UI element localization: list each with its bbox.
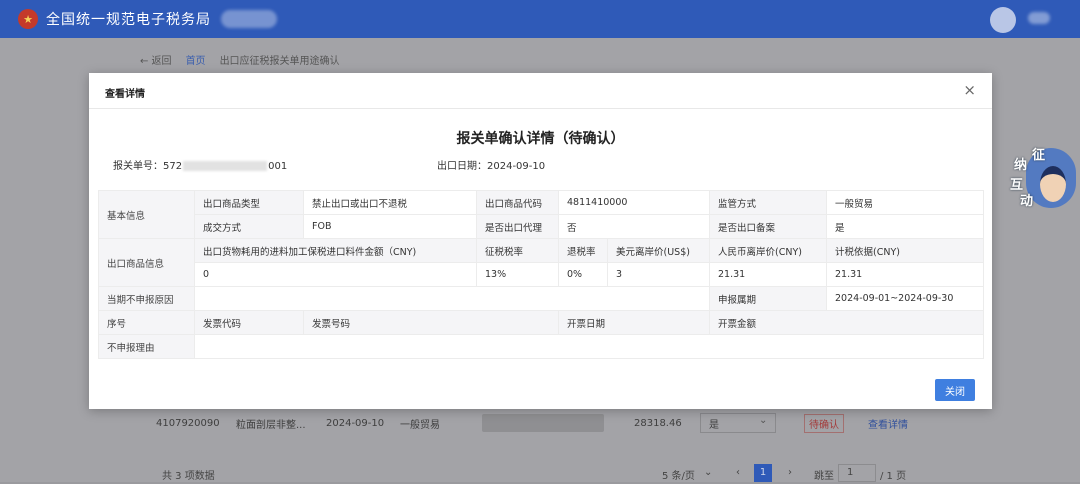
close-icon[interactable]: × (963, 81, 976, 99)
usd-fob-value: 3 (606, 262, 711, 287)
breadcrumb-home[interactable]: 首页 (186, 52, 206, 67)
top-header: ★ 全国统一规范电子税务局 (0, 0, 1080, 38)
export-date-label: 出口日期： (437, 161, 487, 172)
pagination: 共 3 项数据 5 条/页 ⌄ ‹ 1 › 跳至 1 / 1 页 (148, 464, 928, 484)
row-detail-link[interactable]: 查看详情 (868, 416, 908, 431)
table-row: 0 13% 0% 3 21.31 21.31 (99, 262, 985, 287)
next-page-icon[interactable]: › (788, 467, 792, 478)
supervision-value: 一般贸易 (826, 190, 985, 215)
detail-table: 基本信息 出口商品类型 禁止出口或出口不退税 出口商品代码 4811410000… (98, 190, 985, 359)
filed-value: 是 (826, 214, 985, 239)
back-link[interactable]: ← 返回 (140, 52, 172, 67)
goods-type-label: 出口商品类型 (194, 190, 304, 215)
declaration-prefix: 572 (163, 161, 183, 172)
row-code: 4107920090 (156, 417, 220, 429)
tax-emblem-icon: ★ (18, 9, 38, 29)
no-report-reason-value (193, 286, 711, 311)
breadcrumb-current: 出口应征税报关单用途确认 (219, 56, 340, 67)
modal-header: 查看详情 × (89, 73, 992, 109)
row-select[interactable]: 是 ⌄ (700, 413, 776, 433)
agent-label: 是否出口代理 (476, 214, 559, 239)
row-date: 2024-09-10 (326, 417, 385, 429)
tax-basis-value: 21.31 (826, 262, 985, 287)
chevron-down-icon: ⌄ (759, 415, 768, 426)
total-pages: / 1 页 (880, 471, 907, 482)
page-number-current[interactable]: 1 (754, 464, 772, 482)
table-row: 4107920090 粒面剖层非整... 2024-09-10 一般贸易 283… (148, 412, 918, 434)
pager-size[interactable]: 5 条/页 (662, 467, 695, 482)
row-trade: 一般贸易 (400, 419, 440, 431)
cny-fob-label: 人民币离岸价(CNY) (709, 238, 828, 263)
levy-rate-value: 13% (476, 262, 559, 287)
chevron-down-icon: ⌄ (704, 467, 713, 478)
row-name: 粒面剖层非整... (236, 419, 306, 431)
invoice-date-label: 开票日期 (557, 310, 711, 335)
goods-info-label: 出口商品信息 (98, 238, 195, 287)
declaration-number: 报关单号：572 001 (113, 157, 287, 172)
detail-modal: 查看详情 × 报关单确认详情（待确认） 报关单号：572 001 出口日期：202… (89, 73, 992, 409)
badge-char-4: 动 (1020, 194, 1034, 209)
no-report-item-label: 不申报理由 (98, 334, 195, 359)
breadcrumb: ← 返回 首页 出口应征税报关单用途确认 (140, 52, 340, 67)
invoice-no-label: 发票号码 (303, 310, 559, 335)
seq-label: 序号 (98, 310, 195, 335)
modal-title: 查看详情 (105, 89, 145, 100)
deal-value: FOB (303, 214, 477, 239)
pager-total: 共 3 项数据 (162, 471, 215, 482)
prev-page-icon[interactable]: ‹ (736, 467, 740, 478)
row-input[interactable] (482, 414, 604, 432)
filed-label: 是否出口备案 (709, 214, 828, 239)
user-avatar[interactable] (990, 7, 1016, 33)
no-report-reason-label: 当期不申报原因 (98, 286, 195, 311)
row-confirm-status[interactable]: 待确认 (804, 413, 844, 433)
material-label: 出口货物耗用的进料加工保税进口料件金额（CNY) (194, 238, 477, 263)
badge-char-1: 征 (1032, 148, 1046, 163)
table-row: 不申报理由 (98, 334, 985, 359)
redacted-digits (183, 161, 268, 171)
refund-rate-label: 退税率 (558, 238, 608, 263)
cny-fob-value: 21.31 (709, 262, 828, 287)
supervision-label: 监管方式 (709, 190, 828, 215)
app-title: 全国统一规范电子税务局 (46, 12, 211, 28)
table-row: 基本信息 出口商品类型 禁止出口或出口不退税 出口商品代码 4811410000… (98, 190, 985, 239)
basic-info-label: 基本信息 (98, 190, 195, 239)
declaration-label: 报关单号： (113, 161, 163, 172)
goods-code-value: 4811410000 (557, 190, 711, 215)
goods-code-label: 出口商品代码 (476, 190, 559, 215)
export-date-value: 2024-09-10 (487, 161, 546, 172)
material-value: 0 (194, 262, 477, 287)
table-row: 出口商品信息 出口货物耗用的进料加工保税进口料件金额（CNY) 征税税率 退税率… (98, 238, 985, 287)
no-report-item-value (193, 334, 985, 359)
period-value: 2024-09-01~2024-09-30 (826, 286, 985, 311)
document-title: 报关单确认详情（待确认） (456, 131, 625, 147)
table-row: 序号 发票代码 发票号码 开票日期 开票金额 (98, 310, 985, 335)
invoice-amount-label: 开票金额 (709, 310, 985, 335)
tax-basis-label: 计税依据(CNY) (826, 238, 985, 263)
invoice-code-label: 发票代码 (194, 310, 304, 335)
refund-rate-value: 0% (558, 262, 608, 287)
assistant-badge[interactable]: 征 纳 互 动 (1010, 144, 1076, 210)
goto-value: 1 (847, 467, 854, 478)
agent-value: 否 (557, 214, 711, 239)
blurred-user-name[interactable] (1028, 12, 1050, 24)
goto-label: 跳至 (814, 471, 834, 482)
export-date: 出口日期：2024-09-10 (437, 157, 545, 172)
table-row: 成交方式 FOB 是否出口代理 否 是否出口备案 是 (99, 214, 985, 239)
deal-label: 成交方式 (194, 214, 304, 239)
table-row: 当期不申报原因 申报属期 2024-09-01~2024-09-30 (98, 286, 985, 311)
goto-input[interactable]: 1 (838, 464, 876, 482)
close-button[interactable]: 关闭 (935, 379, 975, 401)
row-select-value: 是 (709, 420, 719, 431)
usd-fob-label: 美元离岸价(US$) (606, 238, 711, 263)
officer-avatar-icon (1040, 166, 1066, 202)
period-label: 申报属期 (709, 286, 828, 311)
goods-type-value: 禁止出口或出口不退税 (303, 190, 477, 215)
badge-char-2: 纳 (1014, 158, 1028, 173)
declaration-suffix: 001 (268, 161, 288, 172)
levy-rate-label: 征税税率 (476, 238, 559, 263)
row-amount: 28318.46 (634, 417, 682, 429)
blurred-region-name (221, 10, 277, 28)
